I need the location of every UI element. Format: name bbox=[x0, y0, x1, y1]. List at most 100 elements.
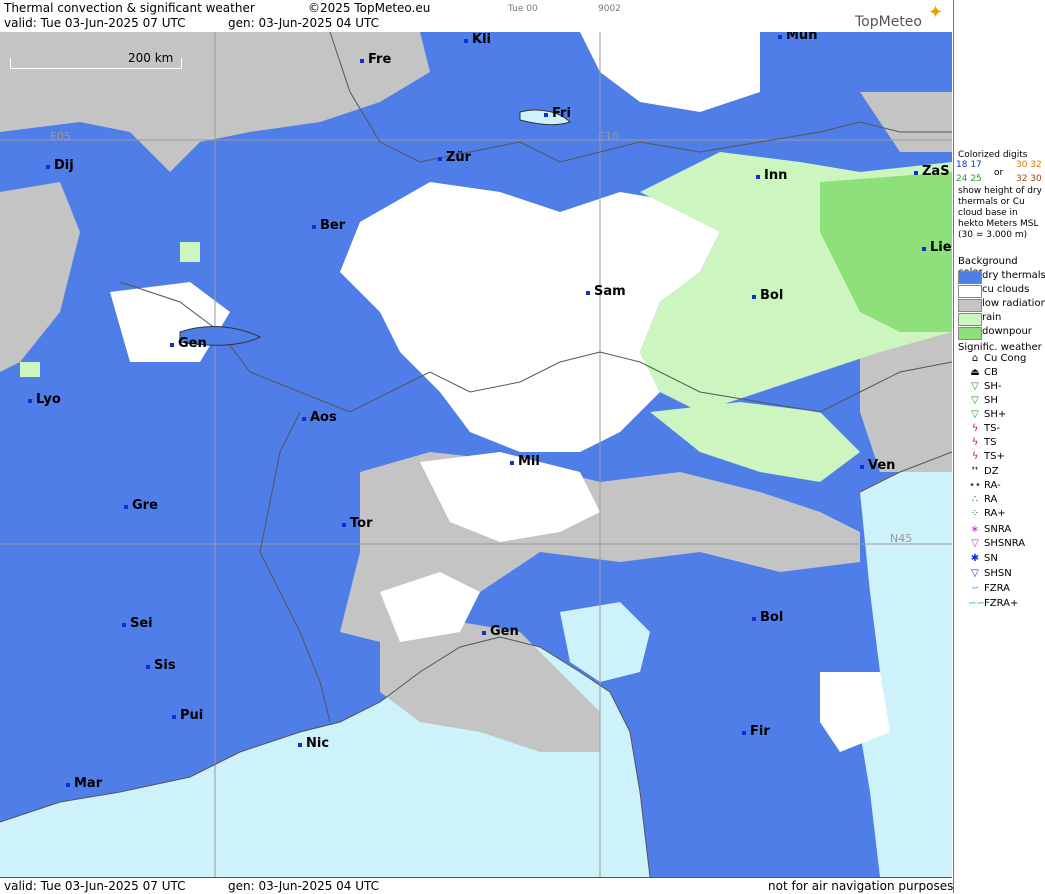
legend-sh-heavy: ▽ SH+ bbox=[958, 409, 1045, 423]
thunderstorm-light-icon: ϟ bbox=[971, 423, 979, 434]
legend-rain: rain bbox=[956, 312, 1045, 326]
swatch-rain bbox=[958, 313, 982, 326]
city-sam[interactable]: Sam bbox=[586, 284, 626, 299]
legend-downpour: downpour bbox=[956, 326, 1045, 340]
city-fir[interactable]: Fir bbox=[742, 724, 770, 739]
footer-generated-time: gen: 03-Jun-2025 04 UTC bbox=[228, 879, 380, 893]
city-gen-genoa[interactable]: Gen bbox=[482, 624, 519, 639]
freezing-rain-heavy-icon: ∽∽ bbox=[968, 598, 985, 609]
legend-ra-heavy: ⁘ RA+ bbox=[958, 508, 1045, 522]
city-inn[interactable]: Inn bbox=[755, 168, 787, 183]
legend-fzra-heavy: ∽∽ FZRA+ bbox=[968, 598, 1019, 609]
legend-dz: ❜❜ DZ bbox=[958, 466, 1045, 480]
legend-signific-title: Signific. weather bbox=[958, 342, 1042, 353]
compass-star-icon: ✦ bbox=[928, 2, 944, 23]
city-gre[interactable]: Gre bbox=[124, 498, 158, 513]
legend-ts: ϟ TS bbox=[958, 437, 1045, 451]
city-sis[interactable]: Sis bbox=[146, 658, 176, 673]
city-mun[interactable]: Mun bbox=[777, 32, 817, 43]
freezing-rain-icon: ∽ bbox=[970, 583, 980, 594]
scale-label: 200 km bbox=[128, 51, 174, 65]
low-radiation-west bbox=[0, 182, 80, 372]
shower-icon: ▽ bbox=[971, 395, 979, 406]
snow-shower-icon: ▽ bbox=[971, 568, 979, 579]
snow-rain-shower-icon: ▽ bbox=[971, 538, 979, 549]
legend-fzra: ∽ FZRA bbox=[958, 583, 1045, 597]
legend-snra: ∗ SNRA bbox=[958, 524, 1045, 538]
grid-label-e10: E10 bbox=[598, 130, 619, 143]
legend-shsnra: ▽ SHSNRA bbox=[958, 538, 1045, 552]
snow-rain-icon: ∗ bbox=[970, 524, 980, 535]
rain-area-lyon bbox=[20, 362, 40, 377]
legend-ra-light: •• RA- bbox=[969, 480, 1001, 491]
cu-clouds-north-alps bbox=[580, 32, 760, 112]
legend-shsn: ▽ SHSN bbox=[958, 568, 1045, 582]
grid-label-n45: N45 bbox=[890, 532, 913, 545]
city-pui[interactable]: Pui bbox=[171, 708, 203, 723]
city-mil[interactable]: Mil bbox=[510, 454, 540, 469]
thunderstorm-heavy-icon: ϟ bbox=[971, 451, 979, 462]
swatch-low-radiation bbox=[958, 299, 982, 312]
swatch-downpour bbox=[958, 327, 982, 340]
city-sei[interactable]: Sei bbox=[122, 616, 153, 631]
city-lie[interactable]: Lie bbox=[922, 240, 952, 255]
legend-cu-cong: ⌂ Cu Cong bbox=[958, 353, 1045, 367]
city-tor[interactable]: Tor bbox=[341, 516, 372, 531]
legend-or: or bbox=[994, 168, 1004, 178]
generated-time: gen: 03-Jun-2025 04 UTC bbox=[228, 16, 380, 30]
weather-map[interactable]: 200 km E05 E10 N45 Mun Kli Fre Fri Dij Z… bbox=[0, 32, 952, 877]
rain-light-icon: •• bbox=[969, 480, 981, 491]
city-zur[interactable]: Zür bbox=[437, 150, 471, 165]
legend-sn: ✱ SN bbox=[958, 553, 1045, 567]
city-ber[interactable]: Ber bbox=[311, 218, 345, 233]
city-aos[interactable]: Aos bbox=[302, 410, 337, 425]
city-dij[interactable]: Dij bbox=[46, 158, 74, 173]
map-background bbox=[0, 32, 952, 877]
drizzle-icon: ❜❜ bbox=[971, 466, 979, 477]
cb-icon: ⏏ bbox=[970, 367, 980, 378]
legend-colorized-desc: show height of dry thermals or Cu cloud … bbox=[958, 186, 1042, 240]
rain-area-west-small bbox=[180, 242, 200, 262]
copyright: ©2025 TopMeteo.eu bbox=[308, 1, 431, 15]
legend-sample-green: 24 25 bbox=[956, 174, 982, 184]
rain-heavy-icon: ⁘ bbox=[970, 508, 980, 519]
map-header: Thermal convection & significant weather… bbox=[0, 0, 952, 33]
cu-cong-icon: ⌂ bbox=[971, 353, 979, 364]
legend-sh: ▽ SH bbox=[958, 395, 1045, 409]
thunderstorm-icon: ϟ bbox=[971, 437, 979, 448]
city-ven[interactable]: Ven bbox=[859, 458, 895, 473]
low-radiation-east bbox=[860, 92, 952, 152]
valid-time: valid: Tue 03-Jun-2025 07 UTC bbox=[4, 16, 186, 30]
country-border bbox=[259, 411, 331, 723]
legend-sample-orange: 30 32 bbox=[1016, 160, 1042, 170]
city-nic[interactable]: Nic bbox=[297, 736, 329, 751]
city-bol-south[interactable]: Bol bbox=[751, 610, 783, 625]
city-fri[interactable]: Fri bbox=[544, 106, 571, 121]
city-gen[interactable]: Gen bbox=[170, 336, 207, 351]
legend-low-radiation: low radiation bbox=[956, 298, 1045, 312]
rain-area-dolomites bbox=[650, 402, 860, 482]
legend-ts-light: ϟ TS- bbox=[958, 423, 1045, 437]
city-fre[interactable]: Fre bbox=[359, 52, 391, 67]
swatch-cu-clouds bbox=[958, 285, 982, 298]
cu-clouds-west bbox=[110, 282, 230, 362]
grid-label-e05: E05 bbox=[50, 130, 71, 143]
shower-light-icon: ▽ bbox=[971, 381, 979, 392]
map-footer: valid: Tue 03-Jun-2025 07 UTC gen: 03-Ju… bbox=[0, 877, 953, 894]
legend-cb: ⏏ CB bbox=[958, 367, 1045, 381]
city-bol-north[interactable]: Bol bbox=[751, 288, 783, 303]
shower-heavy-icon: ▽ bbox=[971, 409, 979, 420]
time-code: Tue 00 bbox=[508, 4, 538, 14]
rain-icon: ∴ bbox=[971, 494, 979, 505]
city-kli[interactable]: Kli bbox=[464, 32, 491, 47]
city-lyo[interactable]: Lyo bbox=[28, 392, 61, 407]
product-code: 9002 bbox=[598, 4, 621, 14]
city-mar[interactable]: Mar bbox=[65, 776, 102, 791]
footer-valid-time: valid: Tue 03-Jun-2025 07 UTC bbox=[4, 879, 186, 893]
city-zas[interactable]: ZaS bbox=[914, 164, 950, 179]
legend-panel: Colorized digits 18 17 30 32 or 32 30 24… bbox=[953, 0, 1045, 893]
legend-ts-heavy: ϟ TS+ bbox=[958, 451, 1045, 465]
legend-cu-clouds: cu clouds bbox=[956, 284, 1045, 298]
legend-sh-light: ▽ SH- bbox=[958, 381, 1045, 395]
legend-sample-brown: 32 30 bbox=[1016, 174, 1042, 184]
